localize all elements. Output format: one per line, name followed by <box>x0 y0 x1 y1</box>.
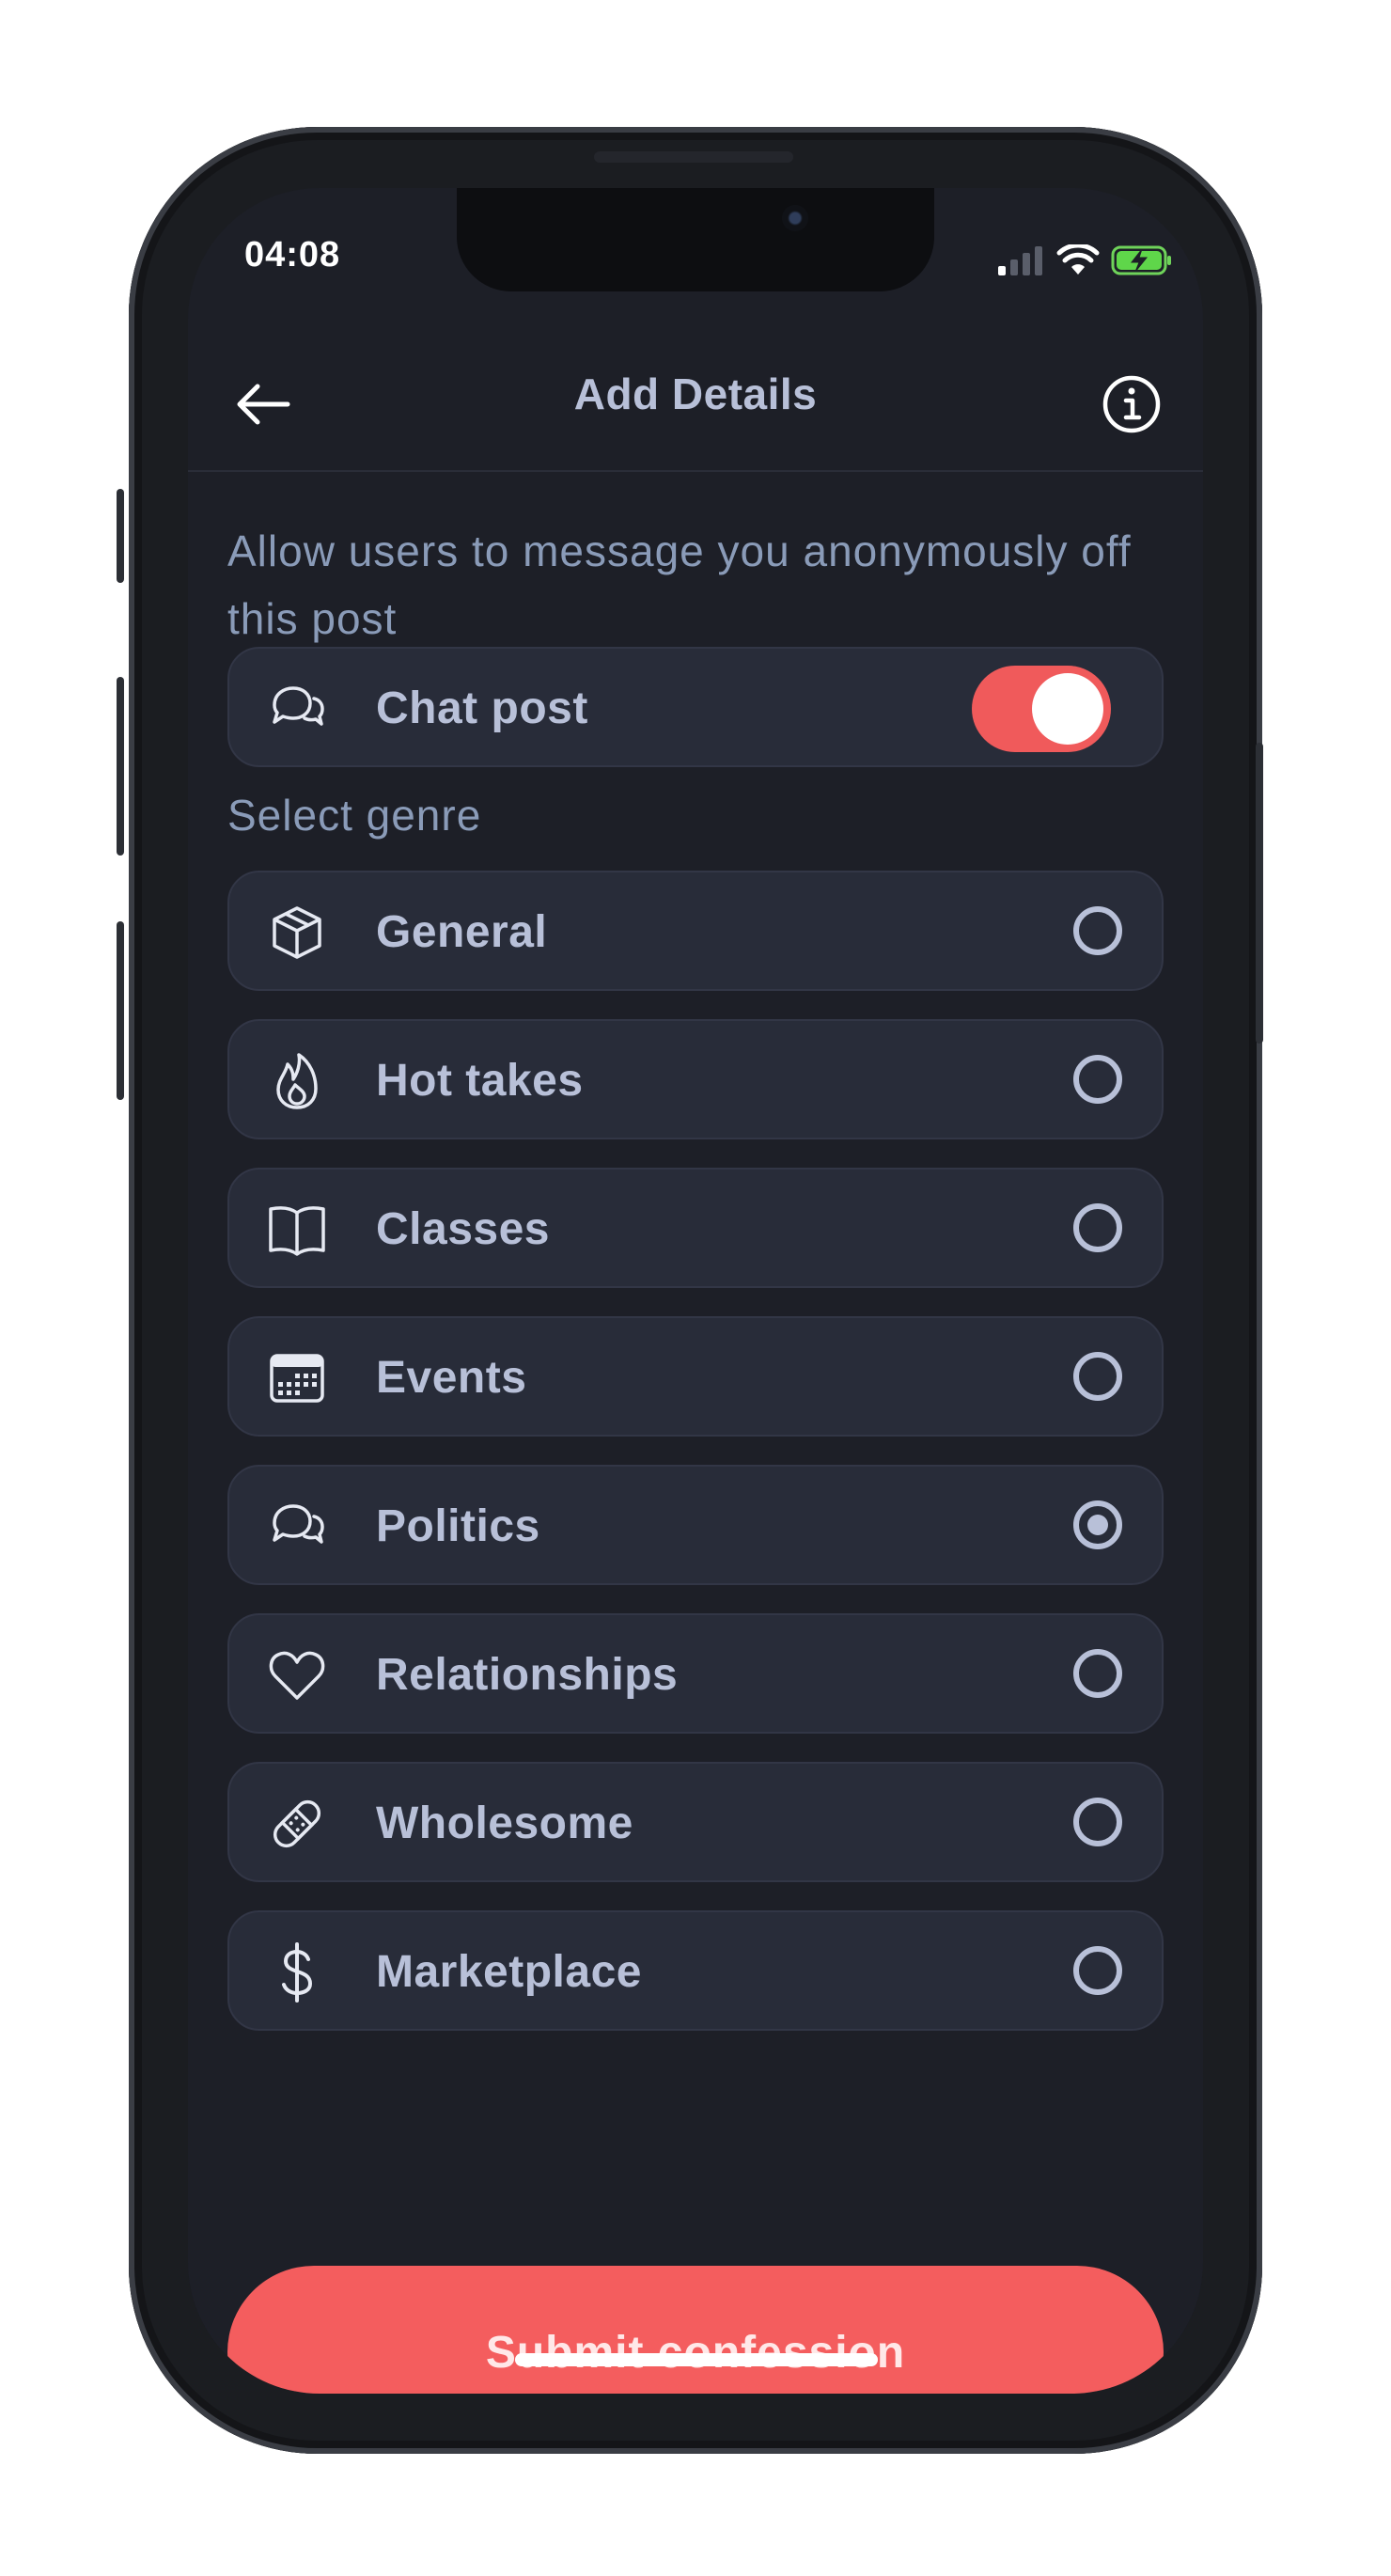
genre-option-label: Hot takes <box>376 1056 584 1106</box>
genre-option-label: Marketplace <box>376 1947 642 1997</box>
cellular-signal-icon <box>996 245 1045 275</box>
dollar-icon <box>267 1942 327 2003</box>
volume-up-button <box>117 677 124 856</box>
genre-radio[interactable] <box>1073 1055 1122 1104</box>
genre-option-label: Events <box>376 1353 527 1403</box>
chat-post-description: Allow users to message you anonymously o… <box>227 526 1132 643</box>
genre-section-label: Select genre <box>227 791 482 840</box>
genre-option-label: Wholesome <box>376 1798 633 1848</box>
power-button <box>1256 743 1263 1044</box>
volume-down-button <box>117 921 124 1100</box>
genre-radio-selected[interactable] <box>1073 1500 1122 1549</box>
flame-icon <box>267 1051 327 1111</box>
submit-confession-label: Submit confession <box>485 2327 906 2378</box>
wifi-icon <box>1056 244 1100 276</box>
submit-confession-button[interactable]: Submit confession <box>227 2266 1164 2394</box>
genre-radio[interactable] <box>1073 906 1122 955</box>
chat-post-row: Chat post <box>227 647 1164 767</box>
battery-charging-icon <box>1111 244 1173 276</box>
chat-bubbles-icon <box>267 679 327 739</box>
cube-icon <box>267 903 327 963</box>
genre-option-general[interactable]: General <box>227 871 1164 991</box>
genre-option-hot-takes[interactable]: Hot takes <box>227 1019 1164 1139</box>
genre-radio[interactable] <box>1073 1649 1122 1698</box>
genre-option-relationships[interactable]: Relationships <box>227 1613 1164 1734</box>
status-time: 04:08 <box>244 235 341 275</box>
earpiece-speaker <box>594 151 793 163</box>
genre-option-classes[interactable]: Classes <box>227 1168 1164 1288</box>
calendar-icon <box>267 1348 327 1408</box>
genre-option-label: Classes <box>376 1204 550 1254</box>
page-title: Add Details <box>573 369 818 418</box>
notch <box>457 188 934 291</box>
front-camera <box>782 205 808 231</box>
chat-bubbles-icon <box>267 1497 327 1557</box>
status-icons <box>996 244 1173 276</box>
genre-option-label: Politics <box>376 1501 540 1551</box>
heart-icon <box>267 1645 327 1705</box>
chat-post-label: Chat post <box>376 683 588 733</box>
genre-radio[interactable] <box>1073 1203 1122 1252</box>
app-header: Add Details <box>188 329 1203 472</box>
genre-radio[interactable] <box>1073 1352 1122 1401</box>
genre-option-label: Relationships <box>376 1650 679 1700</box>
genre-radio[interactable] <box>1073 1798 1122 1846</box>
genre-option-politics[interactable]: Politics <box>227 1465 1164 1585</box>
toggle-knob <box>1032 673 1103 745</box>
info-button[interactable] <box>1094 367 1169 442</box>
chat-post-toggle[interactable] <box>972 666 1111 752</box>
details-form: Allow users to message you anonymously o… <box>188 472 1203 2228</box>
genre-option-marketplace[interactable]: Marketplace <box>227 1910 1164 2031</box>
home-indicator[interactable] <box>515 2353 878 2366</box>
genre-radio[interactable] <box>1073 1946 1122 1995</box>
genre-option-wholesome[interactable]: Wholesome <box>227 1762 1164 1882</box>
phone-screen: 04:08 Add Details Allow users to message… <box>188 188 1203 2394</box>
info-circle-icon <box>1102 374 1162 434</box>
mute-switch <box>117 489 124 583</box>
book-icon <box>267 1200 327 1260</box>
genre-option-label: General <box>376 907 548 957</box>
bandage-icon <box>267 1794 327 1854</box>
genre-option-events[interactable]: Events <box>227 1316 1164 1437</box>
